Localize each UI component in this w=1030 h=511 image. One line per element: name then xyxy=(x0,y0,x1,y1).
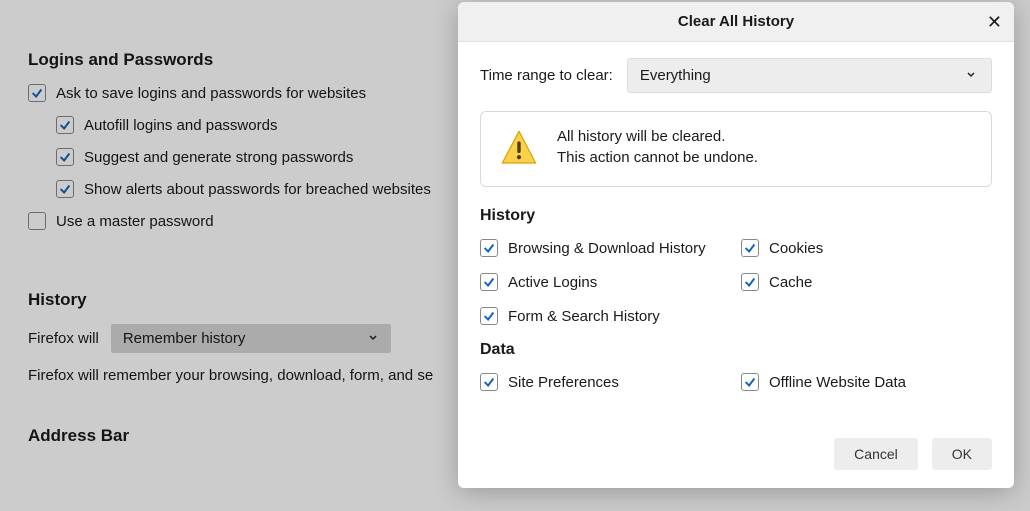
ok-button[interactable]: OK xyxy=(932,438,992,470)
browsing-history-row[interactable]: Browsing & Download History xyxy=(480,239,731,257)
clear-history-dialog: Clear All History ✕ Time range to clear:… xyxy=(458,2,1014,488)
data-options: Site Preferences Offline Website Data xyxy=(480,373,992,391)
active-logins-row[interactable]: Active Logins xyxy=(480,273,731,291)
dialog-buttons: Cancel OK xyxy=(458,438,1014,488)
form-search-label: Form & Search History xyxy=(508,308,660,325)
close-button[interactable]: ✕ xyxy=(987,13,1002,31)
warning-line1: All history will be cleared. xyxy=(557,128,758,145)
warning-text: All history will be cleared. This action… xyxy=(557,128,758,170)
cache-row[interactable]: Cache xyxy=(741,273,992,291)
browsing-history-checkbox[interactable] xyxy=(480,239,498,257)
chevron-down-icon xyxy=(965,67,977,84)
time-range-value: Everything xyxy=(640,67,711,84)
warning-icon xyxy=(499,128,539,168)
history-group-title: History xyxy=(480,207,992,225)
cookies-checkbox[interactable] xyxy=(741,239,759,257)
cookies-row[interactable]: Cookies xyxy=(741,239,992,257)
active-logins-checkbox[interactable] xyxy=(480,273,498,291)
data-group-title: Data xyxy=(480,341,992,359)
offline-data-label: Offline Website Data xyxy=(769,374,906,391)
cache-checkbox[interactable] xyxy=(741,273,759,291)
form-search-row[interactable]: Form & Search History xyxy=(480,307,731,325)
cache-label: Cache xyxy=(769,274,812,291)
site-prefs-label: Site Preferences xyxy=(508,374,619,391)
site-prefs-row[interactable]: Site Preferences xyxy=(480,373,731,391)
history-options: Browsing & Download History Cookies Acti… xyxy=(480,239,992,325)
cancel-button[interactable]: Cancel xyxy=(834,438,918,470)
offline-data-checkbox[interactable] xyxy=(741,373,759,391)
form-search-checkbox[interactable] xyxy=(480,307,498,325)
site-prefs-checkbox[interactable] xyxy=(480,373,498,391)
active-logins-label: Active Logins xyxy=(508,274,597,291)
dialog-header: Clear All History ✕ xyxy=(458,2,1014,42)
time-range-label: Time range to clear: xyxy=(480,67,613,84)
dialog-body: Time range to clear: Everything All hist… xyxy=(458,42,1014,438)
dialog-title: Clear All History xyxy=(678,13,794,30)
warning-box: All history will be cleared. This action… xyxy=(480,111,992,187)
time-range-select[interactable]: Everything xyxy=(627,58,992,93)
browsing-history-label: Browsing & Download History xyxy=(508,240,706,257)
cookies-label: Cookies xyxy=(769,240,823,257)
time-range-row: Time range to clear: Everything xyxy=(480,58,992,93)
offline-data-row[interactable]: Offline Website Data xyxy=(741,373,992,391)
warning-line2: This action cannot be undone. xyxy=(557,149,758,166)
